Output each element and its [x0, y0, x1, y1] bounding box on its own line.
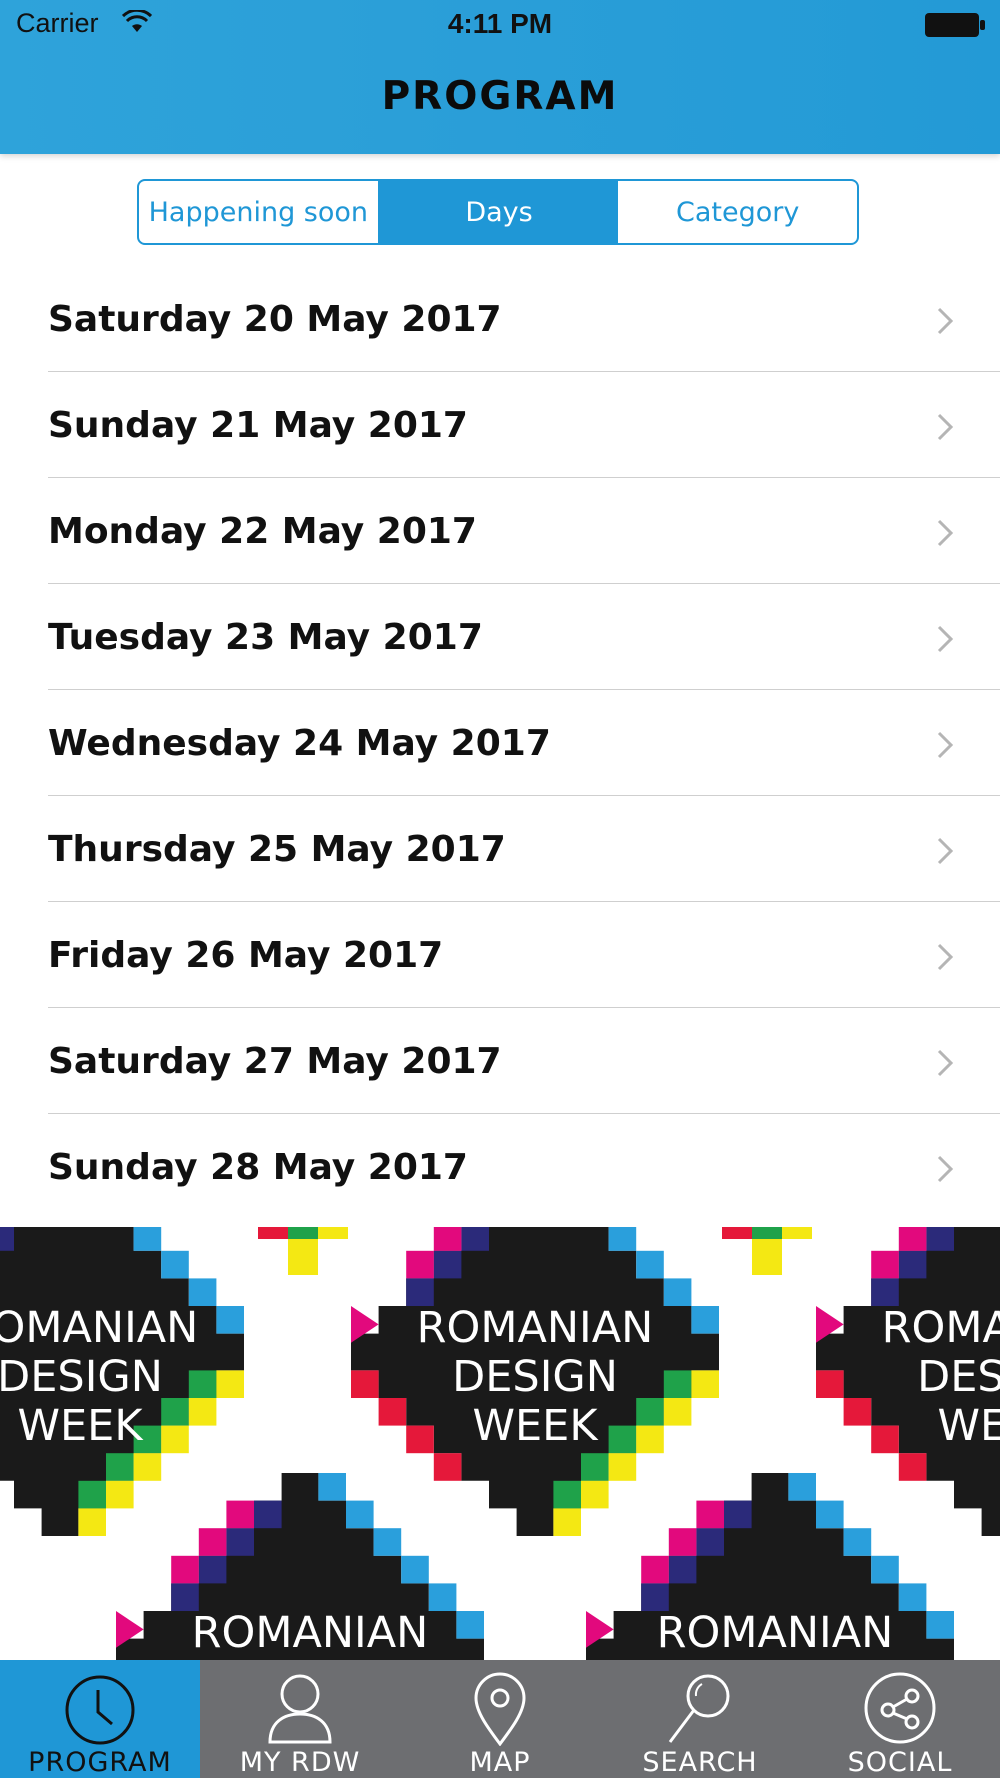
- page-title: PROGRAM: [381, 74, 619, 119]
- chevron-right-icon: [937, 837, 954, 865]
- day-label: Friday 26 May 2017: [48, 934, 444, 976]
- tab-my-rdw[interactable]: MY RDW: [200, 1660, 400, 1778]
- chevron-right-icon: [937, 625, 954, 653]
- day-label: Sunday 21 May 2017: [48, 404, 468, 446]
- rdw-pattern-image: ROMANIAN DESIGN WEEK ROMANIAN DESIGN WEE…: [0, 1227, 1000, 1660]
- svg-text:DESIGN: DESIGN: [452, 1352, 618, 1402]
- svg-text:ROMANIAN: ROMANIAN: [417, 1303, 654, 1353]
- day-row-20[interactable]: Saturday 20 May 2017: [0, 266, 1000, 372]
- day-label: Saturday 20 May 2017: [48, 298, 502, 340]
- segment-category[interactable]: Category: [618, 181, 857, 243]
- segmented-control: Happening soon Days Category: [137, 179, 859, 245]
- map-pin-icon: [474, 1672, 526, 1746]
- tab-label: SOCIAL: [847, 1747, 953, 1778]
- svg-text:DESIGN: DESIGN: [917, 1352, 1000, 1402]
- battery-icon: [925, 13, 985, 37]
- segment-happening-soon[interactable]: Happening soon: [139, 181, 380, 243]
- tab-program[interactable]: PROGRAM: [0, 1660, 200, 1778]
- segment-days[interactable]: Days: [379, 181, 619, 243]
- day-row-21[interactable]: Sunday 21 May 2017: [0, 372, 1000, 478]
- day-label: Tuesday 23 May 2017: [48, 616, 483, 658]
- rdw-banner: ROMANIAN DESIGN WEEK ROMANIAN DESIGN WEE…: [0, 1227, 1000, 1660]
- day-label: Saturday 27 May 2017: [48, 1040, 502, 1082]
- svg-text:DESIGN: DESIGN: [0, 1352, 163, 1402]
- chevron-right-icon: [937, 519, 954, 547]
- svg-text:ROMANIAN: ROMANIAN: [882, 1303, 1000, 1353]
- svg-text:WEEK: WEEK: [472, 1401, 599, 1451]
- status-time: 4:11 PM: [447, 8, 553, 39]
- chevron-right-icon: [937, 1155, 954, 1183]
- svg-text:WEEK: WEEK: [937, 1401, 1000, 1451]
- search-icon: [668, 1674, 730, 1743]
- svg-text:ROMANIAN: ROMANIAN: [0, 1303, 198, 1353]
- day-row-22[interactable]: Monday 22 May 2017: [0, 478, 1000, 584]
- tab-label: PROGRAM: [28, 1747, 172, 1778]
- day-label: Sunday 28 May 2017: [48, 1146, 468, 1188]
- day-label: Wednesday 24 May 2017: [48, 722, 551, 764]
- chevron-right-icon: [937, 731, 954, 759]
- person-icon: [268, 1674, 332, 1744]
- svg-text:WEEK: WEEK: [17, 1401, 144, 1451]
- chevron-right-icon: [937, 943, 954, 971]
- tab-label: MY RDW: [239, 1747, 361, 1778]
- day-row-27[interactable]: Saturday 27 May 2017: [0, 1008, 1000, 1114]
- day-row-28[interactable]: Sunday 28 May 2017: [0, 1114, 1000, 1220]
- tab-social[interactable]: SOCIAL: [800, 1660, 1000, 1778]
- clock-icon: [65, 1675, 135, 1745]
- svg-text:ROMANIAN: ROMANIAN: [657, 1608, 894, 1658]
- chevron-right-icon: [937, 1049, 954, 1077]
- tab-bar: PROGRAM MY RDW MAP SEARCH SOCIAL: [0, 1660, 1000, 1778]
- day-row-26[interactable]: Friday 26 May 2017: [0, 902, 1000, 1008]
- day-row-25[interactable]: Thursday 25 May 2017: [0, 796, 1000, 902]
- chevron-right-icon: [937, 307, 954, 335]
- tab-map[interactable]: MAP: [400, 1660, 600, 1778]
- day-list: Saturday 20 May 2017 Sunday 21 May 2017 …: [0, 266, 1000, 1220]
- chevron-right-icon: [937, 413, 954, 441]
- share-icon: [864, 1672, 936, 1744]
- day-label: Monday 22 May 2017: [48, 510, 477, 552]
- day-row-23[interactable]: Tuesday 23 May 2017: [0, 584, 1000, 690]
- status-bar: Carrier 4:11 PM: [0, 0, 1000, 48]
- tab-search[interactable]: SEARCH: [600, 1660, 800, 1778]
- day-label: Thursday 25 May 2017: [48, 828, 506, 870]
- day-row-24[interactable]: Wednesday 24 May 2017: [0, 690, 1000, 796]
- svg-text:ROMANIAN: ROMANIAN: [192, 1608, 429, 1658]
- tab-label: SEARCH: [642, 1747, 758, 1778]
- navigation-header: Carrier 4:11 PM PROGRAM: [0, 0, 1000, 154]
- tab-label: MAP: [469, 1747, 531, 1778]
